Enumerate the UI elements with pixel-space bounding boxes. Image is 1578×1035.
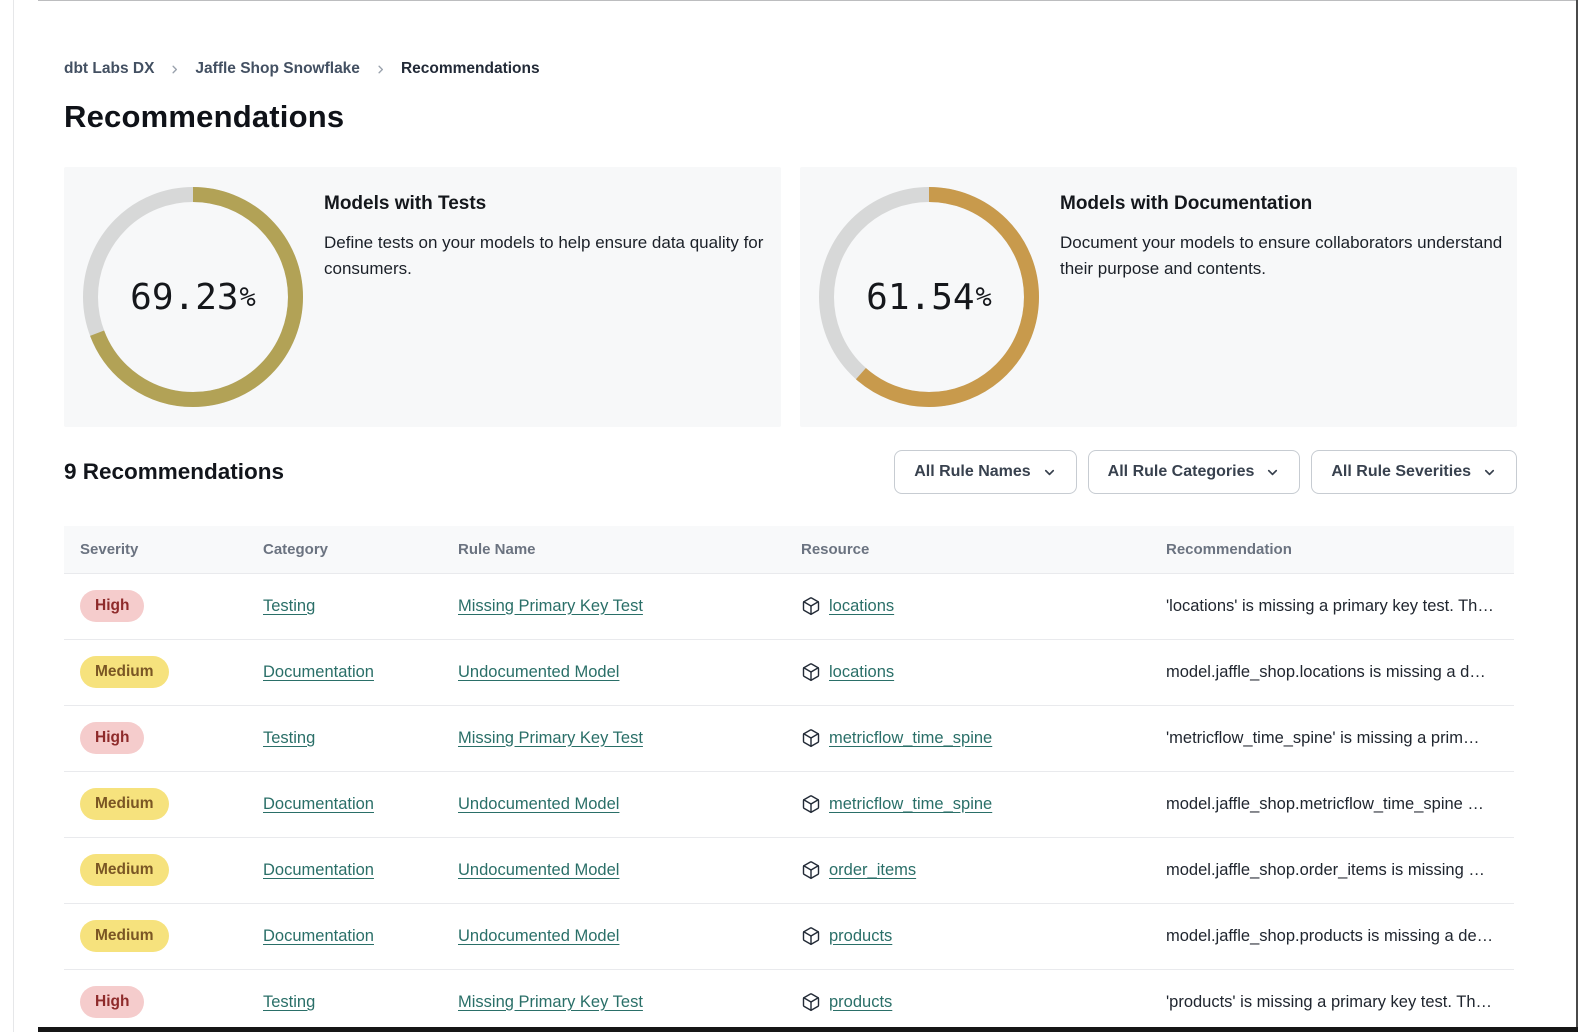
recommendation-text: model.jaffle_shop.products is missing a … [1166, 927, 1493, 945]
recommendations-table: SeverityCategoryRule NameResourceRecomme… [64, 526, 1514, 1035]
donut-gauge: 69.23% [83, 187, 303, 407]
column-header: Recommendation [1166, 526, 1514, 573]
donut-gauge: 61.54% [819, 187, 1039, 407]
severity-badge: Medium [80, 920, 169, 952]
model-cube-icon [801, 860, 821, 880]
metric-card-description: Define tests on your models to help ensu… [324, 230, 776, 283]
column-header: Rule Name [458, 526, 801, 573]
category-link[interactable]: Testing [263, 597, 315, 615]
category-link[interactable]: Documentation [263, 927, 374, 945]
breadcrumb-item: Recommendations [401, 60, 540, 78]
category-link[interactable]: Documentation [263, 861, 374, 879]
chevron-down-icon [1042, 465, 1057, 480]
resource-link[interactable]: products [829, 993, 892, 1012]
resource-link[interactable]: order_items [829, 861, 916, 880]
chevron-down-icon [1482, 465, 1497, 480]
table-row: Medium Documentation Undocumented Model ord… [64, 837, 1514, 903]
model-cube-icon [801, 992, 821, 1012]
filter-label: All Rule Severities [1331, 463, 1471, 481]
metric-card-title: Models with Tests [324, 193, 776, 215]
severity-badge: Medium [80, 788, 169, 820]
table-row: Medium Documentation Undocumented Model pro… [64, 903, 1514, 969]
rule-name-link[interactable]: Undocumented Model [458, 795, 619, 813]
rule-name-link[interactable]: Undocumented Model [458, 663, 619, 681]
table-row: Medium Documentation Undocumented Model met… [64, 771, 1514, 837]
metric-card-title: Models with Documentation [1060, 193, 1512, 215]
resource-link[interactable]: locations [829, 597, 894, 616]
column-header: Category [263, 526, 458, 573]
table-row: High Testing Missing Primary Key Test locat… [64, 573, 1514, 639]
metric-card: 69.23% Models with Tests Define tests on … [64, 167, 781, 427]
column-header: Severity [64, 526, 263, 573]
rule-categories-filter[interactable]: All Rule Categories [1088, 450, 1301, 494]
rule-name-link[interactable]: Undocumented Model [458, 861, 619, 879]
metric-cards: 69.23% Models with Tests Define tests on … [64, 167, 1517, 427]
recommendations-count: 9 Recommendations [64, 459, 284, 485]
table-row: Medium Documentation Undocumented Model loc… [64, 639, 1514, 705]
rule-name-link[interactable]: Missing Primary Key Test [458, 993, 643, 1011]
breadcrumb: dbt Labs DX Jaffle Shop Snowflake Recommen… [64, 60, 1517, 78]
model-cube-icon [801, 728, 821, 748]
metric-card-text: Models with Tests Define tests on your mo… [324, 167, 776, 427]
gauge-value: 69.23% [83, 187, 303, 407]
metric-card-text: Models with Documentation Document your m… [1060, 167, 1512, 427]
rule-name-link[interactable]: Missing Primary Key Test [458, 597, 643, 615]
metric-card: 61.54% Models with Documentation Document… [800, 167, 1517, 427]
model-cube-icon [801, 662, 821, 682]
rule-severities-filter[interactable]: All Rule Severities [1311, 450, 1517, 494]
severity-badge: High [80, 986, 144, 1018]
category-link[interactable]: Documentation [263, 663, 374, 681]
recommendation-text: model.jaffle_shop.order_items is missing… [1166, 861, 1485, 879]
table-header-row: SeverityCategoryRule NameResourceRecomme… [64, 526, 1514, 573]
severity-badge: Medium [80, 854, 169, 886]
chevron-down-icon [1265, 465, 1280, 480]
resource-link[interactable]: metricflow_time_spine [829, 729, 992, 748]
severity-badge: Medium [80, 656, 169, 688]
rule-name-link[interactable]: Undocumented Model [458, 927, 619, 945]
column-header: Resource [801, 526, 1166, 573]
recommendation-text: model.jaffle_shop.locations is missing a… [1166, 663, 1486, 681]
metric-card-description: Document your models to ensure collabora… [1060, 230, 1512, 283]
breadcrumb-item[interactable]: Jaffle Shop Snowflake [195, 60, 360, 78]
rule-name-link[interactable]: Missing Primary Key Test [458, 729, 643, 747]
rule-names-filter[interactable]: All Rule Names [894, 450, 1076, 494]
resource-link[interactable]: metricflow_time_spine [829, 795, 992, 814]
category-link[interactable]: Documentation [263, 795, 374, 813]
recommendation-text: 'products' is missing a primary key test… [1166, 993, 1492, 1011]
filter-label: All Rule Categories [1108, 463, 1255, 481]
model-cube-icon [801, 794, 821, 814]
sidebar-edge-divider [13, 0, 14, 1032]
recommendation-text: model.jaffle_shop.metricflow_time_spine … [1166, 795, 1484, 813]
filter-bar: All Rule Names All Rule Categories All Rul… [894, 450, 1517, 494]
list-header: 9 Recommendations All Rule NamesAll Rule… [64, 450, 1517, 494]
category-link[interactable]: Testing [263, 729, 315, 747]
model-cube-icon [801, 926, 821, 946]
model-cube-icon [801, 596, 821, 616]
severity-badge: High [80, 590, 144, 622]
category-link[interactable]: Testing [263, 993, 315, 1011]
chevron-right-icon [169, 64, 180, 75]
chevron-right-icon [375, 64, 386, 75]
recommendation-text: 'metricflow_time_spine' is missing a pri… [1166, 729, 1479, 747]
resource-link[interactable]: locations [829, 663, 894, 682]
table-row: High Testing Missing Primary Key Test produ… [64, 969, 1514, 1035]
recommendation-text: 'locations' is missing a primary key tes… [1166, 597, 1494, 615]
gauge-value: 61.54% [819, 187, 1039, 407]
breadcrumb-item[interactable]: dbt Labs DX [64, 60, 154, 78]
resource-link[interactable]: products [829, 927, 892, 946]
severity-badge: High [80, 722, 144, 754]
window-bottom-edge [38, 1027, 1578, 1032]
filter-label: All Rule Names [914, 463, 1030, 481]
table-row: High Testing Missing Primary Key Test metri… [64, 705, 1514, 771]
main-content: dbt Labs DX Jaffle Shop Snowflake Recommen… [64, 0, 1517, 1035]
page-title: Recommendations [64, 99, 1517, 135]
